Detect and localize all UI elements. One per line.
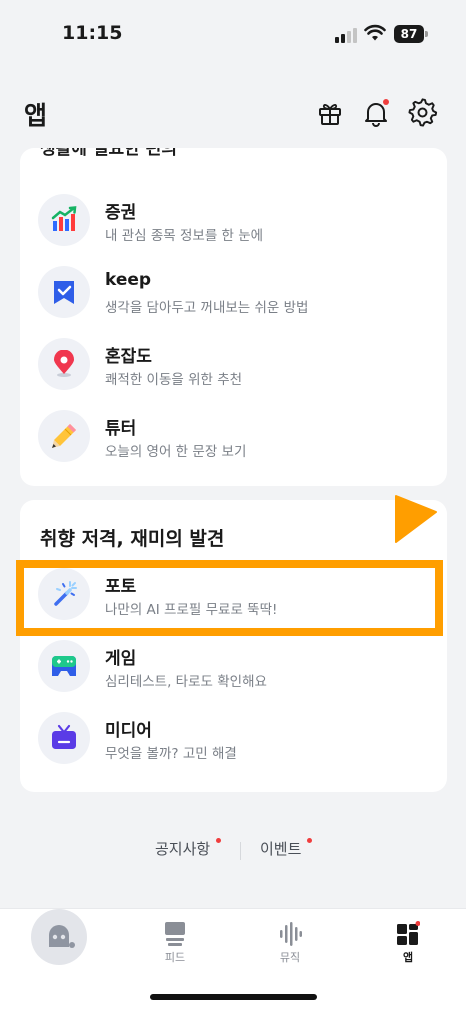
- wifi-icon: [364, 24, 386, 41]
- app-item-keep[interactable]: keep 생각을 담아두고 꺼내보는 쉬운 방법: [20, 258, 447, 326]
- app-item-stock[interactable]: 증권 내 관심 종목 정보를 한 눈에: [20, 186, 447, 254]
- app-item-congestion[interactable]: 혼잡도 쾌적한 이동을 위한 추천: [20, 330, 447, 398]
- battery-level: 87: [394, 25, 424, 43]
- music-icon: [280, 922, 302, 946]
- utility-apps-card: 생활에 필요한 편의 증권 내 관심 종목 정보를 한 눈에 keep 생각을 …: [20, 148, 447, 486]
- app-item-title: keep: [105, 270, 152, 290]
- tab-apps[interactable]: 앱: [378, 921, 438, 965]
- status-bar: 11:15 87: [0, 0, 466, 70]
- app-item-title: 혼잡도: [105, 347, 152, 367]
- app-item-title: 미디어: [105, 721, 152, 741]
- tv-icon: [38, 712, 90, 764]
- feed-icon: [165, 922, 185, 946]
- home-indicator: [150, 994, 317, 1000]
- bell-icon[interactable]: [361, 98, 391, 128]
- tab-label: 앱: [402, 951, 414, 964]
- tab-music[interactable]: 뮤직: [260, 921, 320, 965]
- stock-chart-icon: [38, 194, 90, 246]
- footer-divider: [240, 842, 241, 860]
- highlight-box: [16, 560, 443, 636]
- gear-icon[interactable]: [408, 98, 438, 128]
- notice-link[interactable]: 공지사항: [155, 838, 210, 859]
- footer-links: 공지사항 이벤트: [0, 838, 466, 862]
- app-item-media[interactable]: 미디어 무엇을 볼까? 고민 해결: [20, 704, 447, 772]
- gift-icon[interactable]: [315, 98, 345, 128]
- event-badge-dot: [307, 838, 312, 843]
- battery-icon: 87: [394, 25, 428, 43]
- app-item-desc: 생각을 담아두고 꺼내보는 쉬운 방법: [105, 300, 309, 316]
- app-item-title: 증권: [105, 203, 137, 223]
- app-item-desc: 심리테스트, 타로도 확인해요: [105, 674, 267, 690]
- tab-label: 피드: [164, 951, 186, 964]
- game-controller-icon: [38, 640, 90, 692]
- app-item-desc: 내 관심 종목 정보를 한 눈에: [105, 228, 264, 244]
- section-title: 취향 저격, 재미의 발견: [40, 528, 225, 550]
- app-item-desc: 오늘의 영어 한 문장 보기: [105, 444, 247, 460]
- status-time: 11:15: [62, 22, 123, 44]
- profile-icon: [49, 925, 75, 948]
- apps-icon: [397, 921, 420, 945]
- location-pin-icon: [38, 338, 90, 390]
- fun-apps-card: 취향 저격, 재미의 발견 포토 나만의 AI 프로필 무료로 뚝딱! 게임 심…: [20, 500, 447, 792]
- app-item-desc: 무엇을 볼까? 고민 해결: [105, 746, 237, 762]
- app-item-title: 튜터: [105, 419, 137, 439]
- avatar[interactable]: [31, 909, 87, 965]
- app-item-title: 게임: [105, 649, 137, 669]
- pencil-icon: [38, 410, 90, 462]
- tab-feed[interactable]: 피드: [145, 921, 205, 965]
- signal-icon: [335, 27, 357, 43]
- app-item-tutor[interactable]: 튜터 오늘의 영어 한 문장 보기: [20, 402, 447, 470]
- app-item-desc: 쾌적한 이동을 위한 추천: [105, 372, 243, 388]
- bookmark-icon: [38, 266, 90, 318]
- event-link[interactable]: 이벤트: [260, 838, 301, 859]
- app-item-game[interactable]: 게임 심리테스트, 타로도 확인해요: [20, 632, 447, 700]
- notice-badge-dot: [216, 838, 221, 843]
- tab-label: 뮤직: [279, 951, 301, 964]
- notification-dot: [383, 99, 389, 105]
- page-title: 앱: [24, 101, 48, 130]
- pointer-arrow-icon: [395, 495, 437, 543]
- app-header: 앱: [0, 88, 466, 138]
- section-title-clipped: 생활에 필요한 편의: [40, 148, 177, 159]
